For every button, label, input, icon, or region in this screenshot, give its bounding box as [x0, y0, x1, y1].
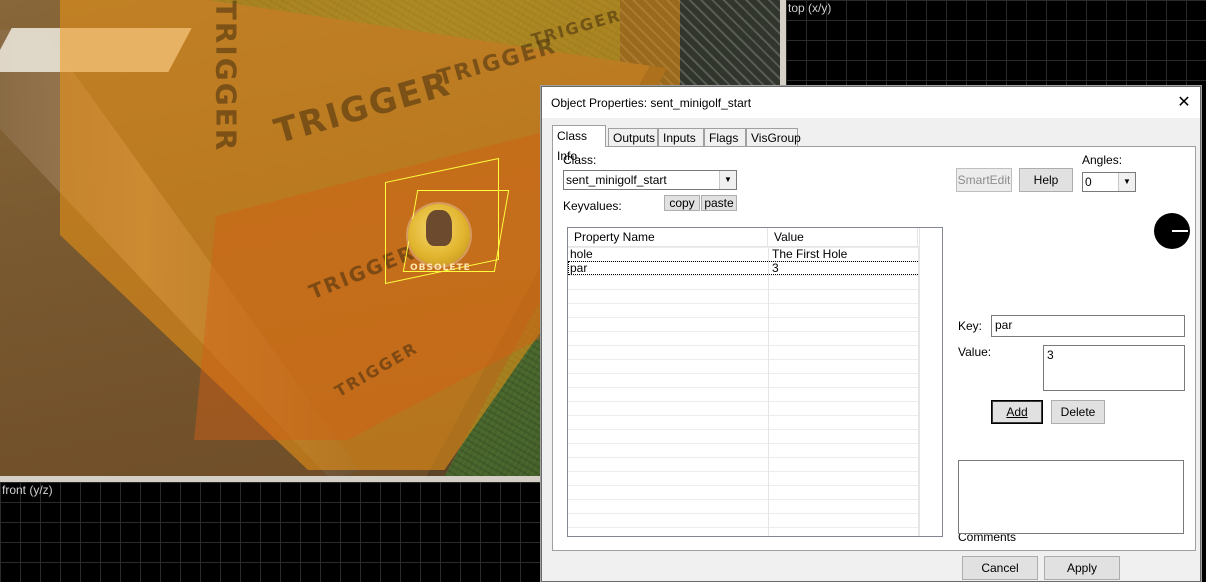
top-2d-viewport[interactable]: top (x/y) — [786, 0, 1206, 90]
value-label: Value: — [958, 345, 992, 359]
help-button[interactable]: Help — [1019, 168, 1073, 192]
value-input[interactable]: 3 — [1043, 345, 1185, 391]
tab-outputs[interactable]: Outputs — [608, 128, 658, 146]
viewport-label[interactable]: top (x/y) — [788, 1, 831, 15]
table-row[interactable]: hole The First Hole — [568, 247, 920, 261]
column-header-value[interactable]: Value — [768, 228, 918, 246]
object-properties-dialog: Object Properties: sent_minigolf_start ✕… — [541, 86, 1201, 582]
table-scroll-area — [919, 228, 942, 536]
paste-button[interactable]: paste — [701, 195, 737, 211]
smartedit-button[interactable]: SmartEdit — [956, 168, 1012, 192]
table-header: Property Name Value — [568, 228, 942, 247]
class-dropdown[interactable]: sent_minigolf_start ▼ — [563, 170, 737, 190]
property-value-cell: 3 — [772, 261, 779, 275]
close-icon[interactable]: ✕ — [1172, 91, 1196, 115]
apply-button[interactable]: Apply — [1044, 556, 1120, 580]
table-row[interactable]: par 3 — [568, 261, 920, 275]
class-value: sent_minigolf_start — [566, 173, 667, 187]
front-2d-viewport[interactable]: front (y/z) — [0, 482, 545, 582]
angle-dial-icon[interactable] — [1154, 213, 1190, 249]
property-name-cell: hole — [570, 247, 593, 261]
trigger-text: TRIGGER — [209, 0, 243, 153]
tab-visgroup[interactable]: VisGroup — [746, 128, 801, 146]
angle-needle — [1172, 230, 1188, 232]
add-button-label: Add — [1006, 405, 1028, 419]
entity-sprite-face — [426, 210, 452, 246]
tab-class-info[interactable]: Class Info — [552, 125, 606, 163]
keyvalues-table[interactable]: Property Name Value hole The First Hole … — [567, 227, 943, 537]
keyvalues-label: Keyvalues: — [563, 199, 622, 213]
key-label: Key: — [958, 319, 983, 333]
copy-button[interactable]: copy — [664, 195, 700, 211]
viewport-label[interactable]: front (y/z) — [2, 483, 53, 497]
dialog-title: Object Properties: sent_minigolf_start — [551, 96, 752, 110]
comments-textarea[interactable] — [958, 460, 1184, 534]
chevron-down-icon[interactable]: ▼ — [719, 171, 736, 189]
key-input[interactable]: par — [991, 315, 1185, 337]
table-grid — [568, 247, 920, 536]
angles-value: 0 — [1085, 175, 1092, 189]
dialog-title-bar[interactable]: Object Properties: sent_minigolf_start ✕ — [542, 87, 1200, 118]
column-header-property-name[interactable]: Property Name — [568, 228, 768, 246]
add-button[interactable]: Add — [991, 400, 1043, 424]
delete-button[interactable]: Delete — [1051, 400, 1105, 424]
entity-obsolete-label: OBSOLETE — [410, 263, 471, 273]
tab-inputs[interactable]: Inputs — [658, 128, 704, 146]
cancel-button[interactable]: Cancel — [962, 556, 1038, 580]
property-name-cell: par — [570, 261, 588, 275]
tab-flags[interactable]: Flags — [704, 128, 746, 146]
chevron-down-icon[interactable]: ▼ — [1118, 173, 1135, 191]
property-value-cell: The First Hole — [772, 247, 848, 261]
angles-label: Angles: — [1082, 153, 1123, 167]
angles-dropdown[interactable]: 0 ▼ — [1082, 172, 1136, 192]
